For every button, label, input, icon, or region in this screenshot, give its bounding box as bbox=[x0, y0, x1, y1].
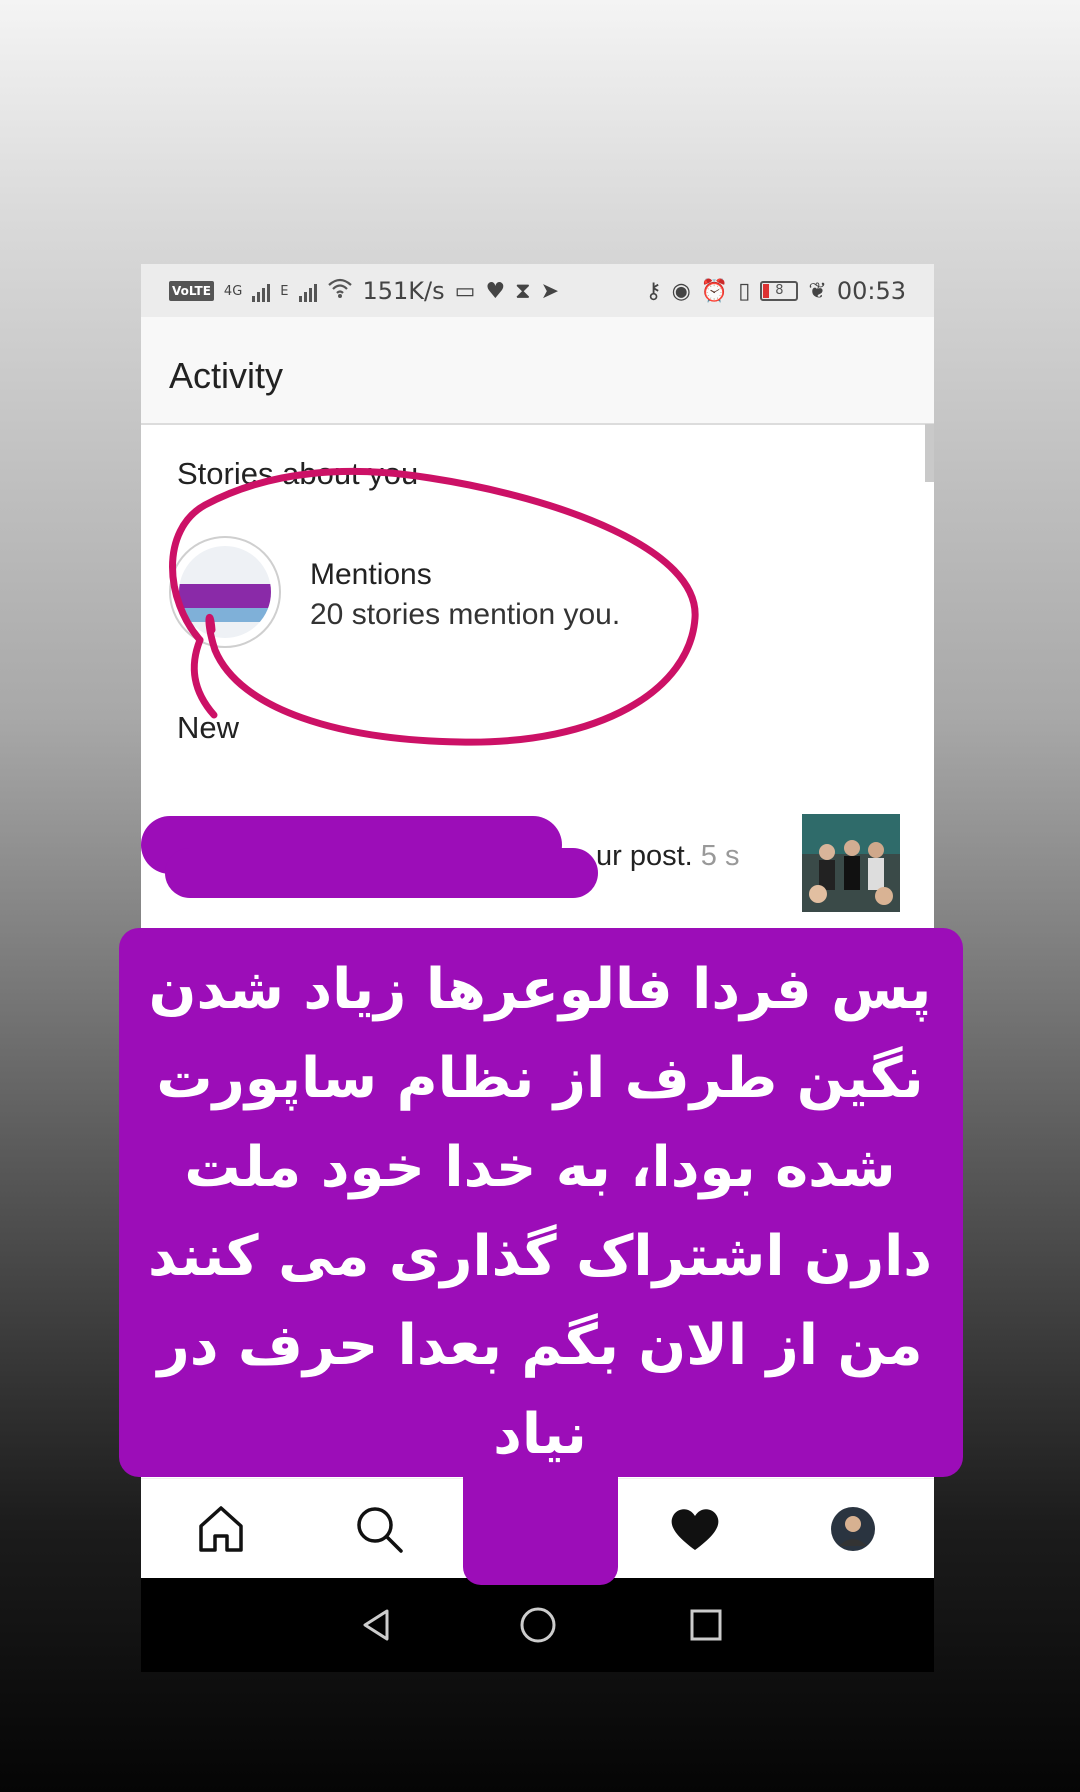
app-bar: Activity bbox=[141, 317, 934, 425]
system-nav-bar bbox=[141, 1578, 934, 1672]
battery-icon: 8 bbox=[760, 281, 799, 301]
post-thumbnail[interactable] bbox=[802, 814, 900, 912]
health-icon: ♥ bbox=[485, 278, 506, 304]
new-heading: New bbox=[177, 710, 240, 745]
clock: 00:53 bbox=[836, 277, 906, 305]
text-overlay-tab bbox=[463, 1476, 618, 1585]
network-speed: 151K/s bbox=[362, 277, 445, 305]
overlay-text: پس فردا فالوعرها زیاد شدن نگین طرف از نظ… bbox=[147, 957, 933, 1467]
hourglass-icon: ⧗ bbox=[515, 278, 531, 304]
notification-message: ur post. bbox=[596, 840, 693, 872]
alarm-icon: ⏰ bbox=[700, 278, 729, 304]
wifi-icon bbox=[327, 277, 353, 305]
recents-square-icon[interactable] bbox=[681, 1600, 731, 1650]
profile-avatar[interactable] bbox=[823, 1499, 883, 1559]
vibrate-icon: ▯ bbox=[738, 278, 751, 304]
status-bar: VoLTE 4G E 151K/s ▭ ♥ ⧗ ➤ ⚷ ◉ ⏰ ▯ 8 ❦ 00… bbox=[141, 264, 934, 317]
key-icon: ⚷ bbox=[645, 278, 662, 304]
signal-icon-2 bbox=[298, 280, 317, 302]
mentions-row[interactable]: Mentions 20 stories mention you. bbox=[169, 536, 869, 648]
mentions-avatar[interactable] bbox=[169, 536, 281, 648]
stories-heading: Stories about you bbox=[177, 456, 419, 491]
redaction-mark-2 bbox=[165, 848, 598, 898]
mentions-title: Mentions bbox=[310, 558, 432, 591]
volte-indicator: VoLTE bbox=[169, 281, 214, 301]
notification-text: ur post. 5 s bbox=[596, 840, 739, 873]
home-icon[interactable] bbox=[191, 1499, 251, 1559]
network-type-2: E bbox=[280, 283, 289, 299]
page-title: Activity bbox=[169, 355, 284, 396]
home-circle-icon[interactable] bbox=[513, 1600, 563, 1650]
vpn-icon: ▭ bbox=[454, 278, 476, 304]
scrollbar[interactable] bbox=[925, 424, 934, 482]
leaf-icon: ❦ bbox=[808, 278, 827, 304]
eye-icon: ◉ bbox=[671, 278, 691, 304]
mentions-subtitle: 20 stories mention you. bbox=[310, 598, 621, 631]
telegram-icon: ➤ bbox=[540, 278, 560, 304]
signal-icon bbox=[252, 280, 271, 302]
heart-icon[interactable] bbox=[665, 1499, 725, 1559]
back-icon[interactable] bbox=[351, 1600, 401, 1650]
search-icon[interactable] bbox=[349, 1499, 409, 1559]
notification-time: 5 s bbox=[700, 840, 740, 872]
network-type-1: 4G bbox=[223, 283, 243, 299]
